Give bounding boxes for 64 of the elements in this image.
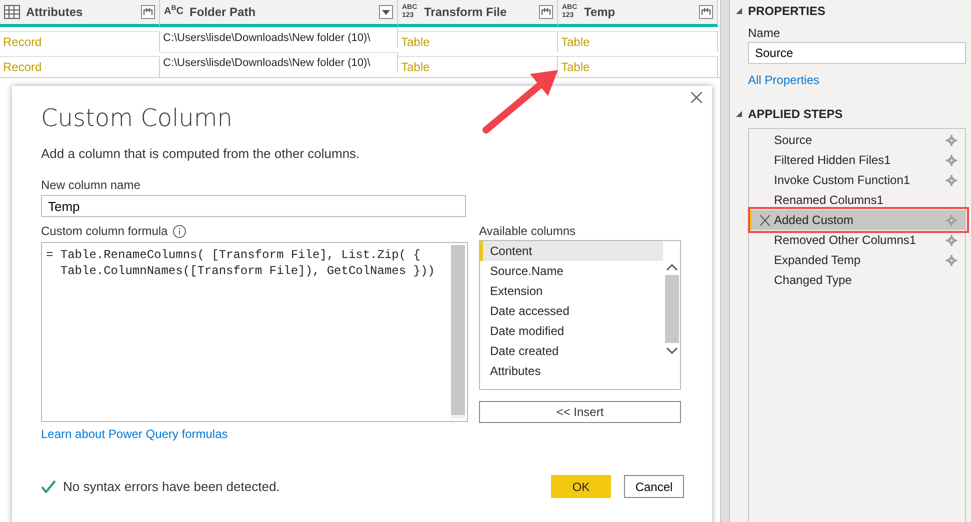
step-name: Filtered Hidden Files1 (774, 153, 892, 167)
collapse-triangle-icon (736, 7, 743, 15)
checkmark-icon (41, 480, 56, 493)
column-title: Temp (584, 5, 616, 19)
step-name: Expanded Temp (774, 253, 862, 267)
expand-column-button[interactable] (699, 5, 713, 19)
chevron-up-icon (666, 263, 678, 271)
info-icon (172, 224, 186, 238)
table-cell: C:\Users\lisde\Downloads\New folder (10)\ (160, 52, 398, 73)
applied-step[interactable]: Invoke Custom Function1 (749, 170, 965, 190)
column-title: Attributes (26, 5, 84, 19)
filter-dropdown-button[interactable] (379, 5, 393, 19)
all-properties-link[interactable]: All Properties (748, 73, 820, 87)
applied-step[interactable]: Changed Type (749, 270, 965, 290)
section-heading: APPLIED STEPS (748, 107, 843, 121)
step-name-field[interactable]: Source (748, 42, 966, 64)
list-item[interactable]: Attributes (480, 361, 663, 381)
list-item[interactable]: Content (480, 241, 663, 261)
field-label: New column name (41, 178, 142, 192)
field-label: Available columns (479, 224, 576, 238)
delete-x-icon (759, 214, 771, 226)
expand-icon (541, 8, 551, 16)
step-name: Invoke Custom Function1 (774, 173, 912, 187)
status-message: No syntax errors have been detected. (63, 479, 281, 494)
table-grid-icon (4, 5, 20, 19)
expand-column-button[interactable] (141, 5, 155, 19)
close-button[interactable] (691, 92, 702, 103)
applied-step[interactable]: Removed Other Columns1 (749, 230, 965, 250)
list-item[interactable]: Date accessed (480, 301, 663, 321)
step-name: Added Custom (774, 213, 854, 227)
expand-icon (143, 8, 153, 16)
list-item[interactable]: Date created (480, 341, 663, 361)
ok-button[interactable]: OK (551, 475, 611, 498)
chevron-down-icon (666, 347, 678, 355)
list-item[interactable]: Source.Name (480, 261, 663, 281)
dialog-title: Custom Column (41, 104, 234, 132)
step-name: Renamed Columns1 (774, 193, 884, 207)
list-item[interactable]: Date modified (480, 321, 663, 341)
collapse-triangle-icon (736, 110, 743, 118)
applied-step[interactable]: Expanded Temp (749, 250, 965, 270)
dialog-description: Add a column that is computed from the other columns. (41, 146, 361, 161)
step-name: Changed Type (774, 273, 853, 287)
formula-editor[interactable]: = Table.RenameColumns( [Transform File], List.Zip( { Table.ColumnNames([Transform File]), GetColNames })) (41, 242, 468, 422)
table-cell: C:\Users\lisde\Downloads\New folder (10)\ (160, 27, 398, 48)
applied-step[interactable]: Renamed Columns1 (749, 190, 965, 210)
cancel-button[interactable]: Cancel (624, 475, 684, 498)
scrollbar-thumb (664, 275, 678, 343)
column-title: Transform File (424, 5, 508, 19)
list-item[interactable]: Extension (480, 281, 663, 301)
column-title: Folder Path (190, 5, 257, 19)
expand-icon (701, 8, 711, 16)
field-label: Custom column formula (41, 224, 168, 238)
expand-column-button[interactable] (539, 5, 553, 19)
text-type-icon: A$^{B}$C (164, 6, 184, 18)
field-label: Name (748, 26, 782, 40)
applied-step[interactable]: Filtered Hidden Files1 (749, 150, 965, 170)
step-name: Removed Other Columns1 (774, 233, 918, 247)
step-name: Source (774, 133, 814, 147)
applied-step[interactable]: Source (749, 130, 965, 150)
column-name-field[interactable]: Temp (41, 195, 466, 217)
learn-link[interactable]: Learn about Power Query formulas (41, 427, 228, 441)
insert-button[interactable]: << Insert (479, 401, 681, 423)
section-heading: PROPERTIES (748, 4, 826, 18)
caret-icon (382, 10, 390, 14)
